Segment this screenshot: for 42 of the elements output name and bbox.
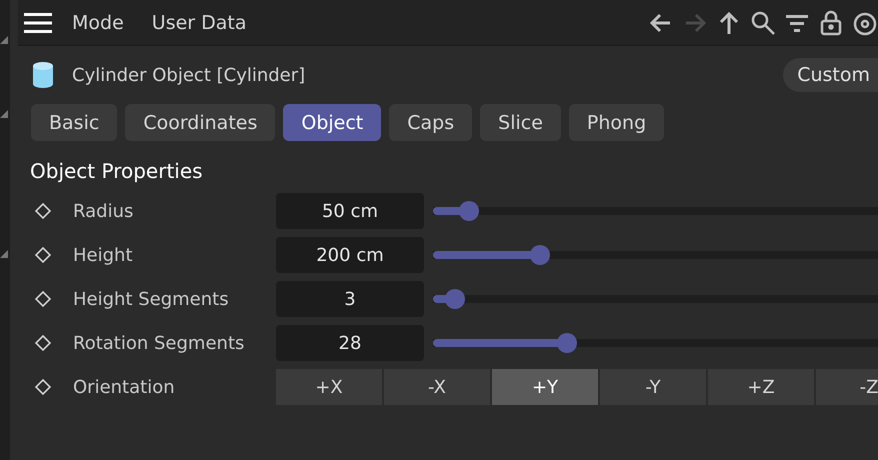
slider-thumb[interactable] <box>530 245 550 265</box>
search-icon[interactable] <box>750 10 776 36</box>
menu-icon[interactable] <box>24 12 52 34</box>
parameter-label: Height Segments <box>73 288 230 310</box>
menu-item[interactable]: User Data <box>152 12 246 34</box>
keyframe-diamond-icon[interactable] <box>34 378 52 396</box>
value-field[interactable]: 28 <box>276 325 424 361</box>
cylinder-icon <box>32 61 54 89</box>
tab[interactable]: Coordinates <box>125 104 276 141</box>
parameter-label: Rotation Segments <box>73 332 246 354</box>
orientation-option[interactable]: +X <box>276 369 382 405</box>
tab[interactable]: Slice <box>480 104 561 141</box>
lock-icon[interactable] <box>818 10 844 36</box>
orientation-option[interactable]: -Z <box>816 369 878 405</box>
value-field[interactable]: 3 <box>276 281 424 317</box>
orientation-option[interactable]: +Y <box>492 369 598 405</box>
parameter-label: Orientation <box>73 376 176 398</box>
tab[interactable]: Caps <box>389 104 472 141</box>
section-title: Object Properties <box>30 159 204 185</box>
keyframe-diamond-icon[interactable] <box>34 202 52 220</box>
slider-thumb[interactable] <box>445 289 466 309</box>
orientation-option[interactable]: -X <box>384 369 490 405</box>
keyframe-diamond-icon[interactable] <box>34 334 52 352</box>
collapse-arrow-icon[interactable] <box>0 250 8 258</box>
slider-thumb[interactable] <box>556 333 576 353</box>
menu-item[interactable]: Mode <box>72 12 124 34</box>
value-field[interactable]: 200 cm <box>276 237 424 273</box>
keyframe-diamond-icon[interactable] <box>34 290 52 308</box>
collapse-arrow-icon[interactable] <box>0 110 8 118</box>
tab[interactable]: Basic <box>31 104 118 141</box>
parameter-label: Radius <box>73 200 134 222</box>
preset-button[interactable]: Custom <box>783 58 878 92</box>
slider-thumb[interactable] <box>458 201 479 221</box>
orientation-option[interactable]: -Y <box>600 369 706 405</box>
collapse-arrow-icon[interactable] <box>0 36 8 44</box>
keyframe-diamond-icon[interactable] <box>34 246 52 264</box>
tab[interactable]: Phong <box>568 104 664 141</box>
orientation-option[interactable]: +Z <box>708 369 814 405</box>
tab[interactable]: Object <box>283 104 382 141</box>
object-title: Cylinder Object [Cylinder] <box>72 64 306 86</box>
value-field[interactable]: 50 cm <box>276 193 424 229</box>
parameter-label: Height <box>73 244 134 266</box>
